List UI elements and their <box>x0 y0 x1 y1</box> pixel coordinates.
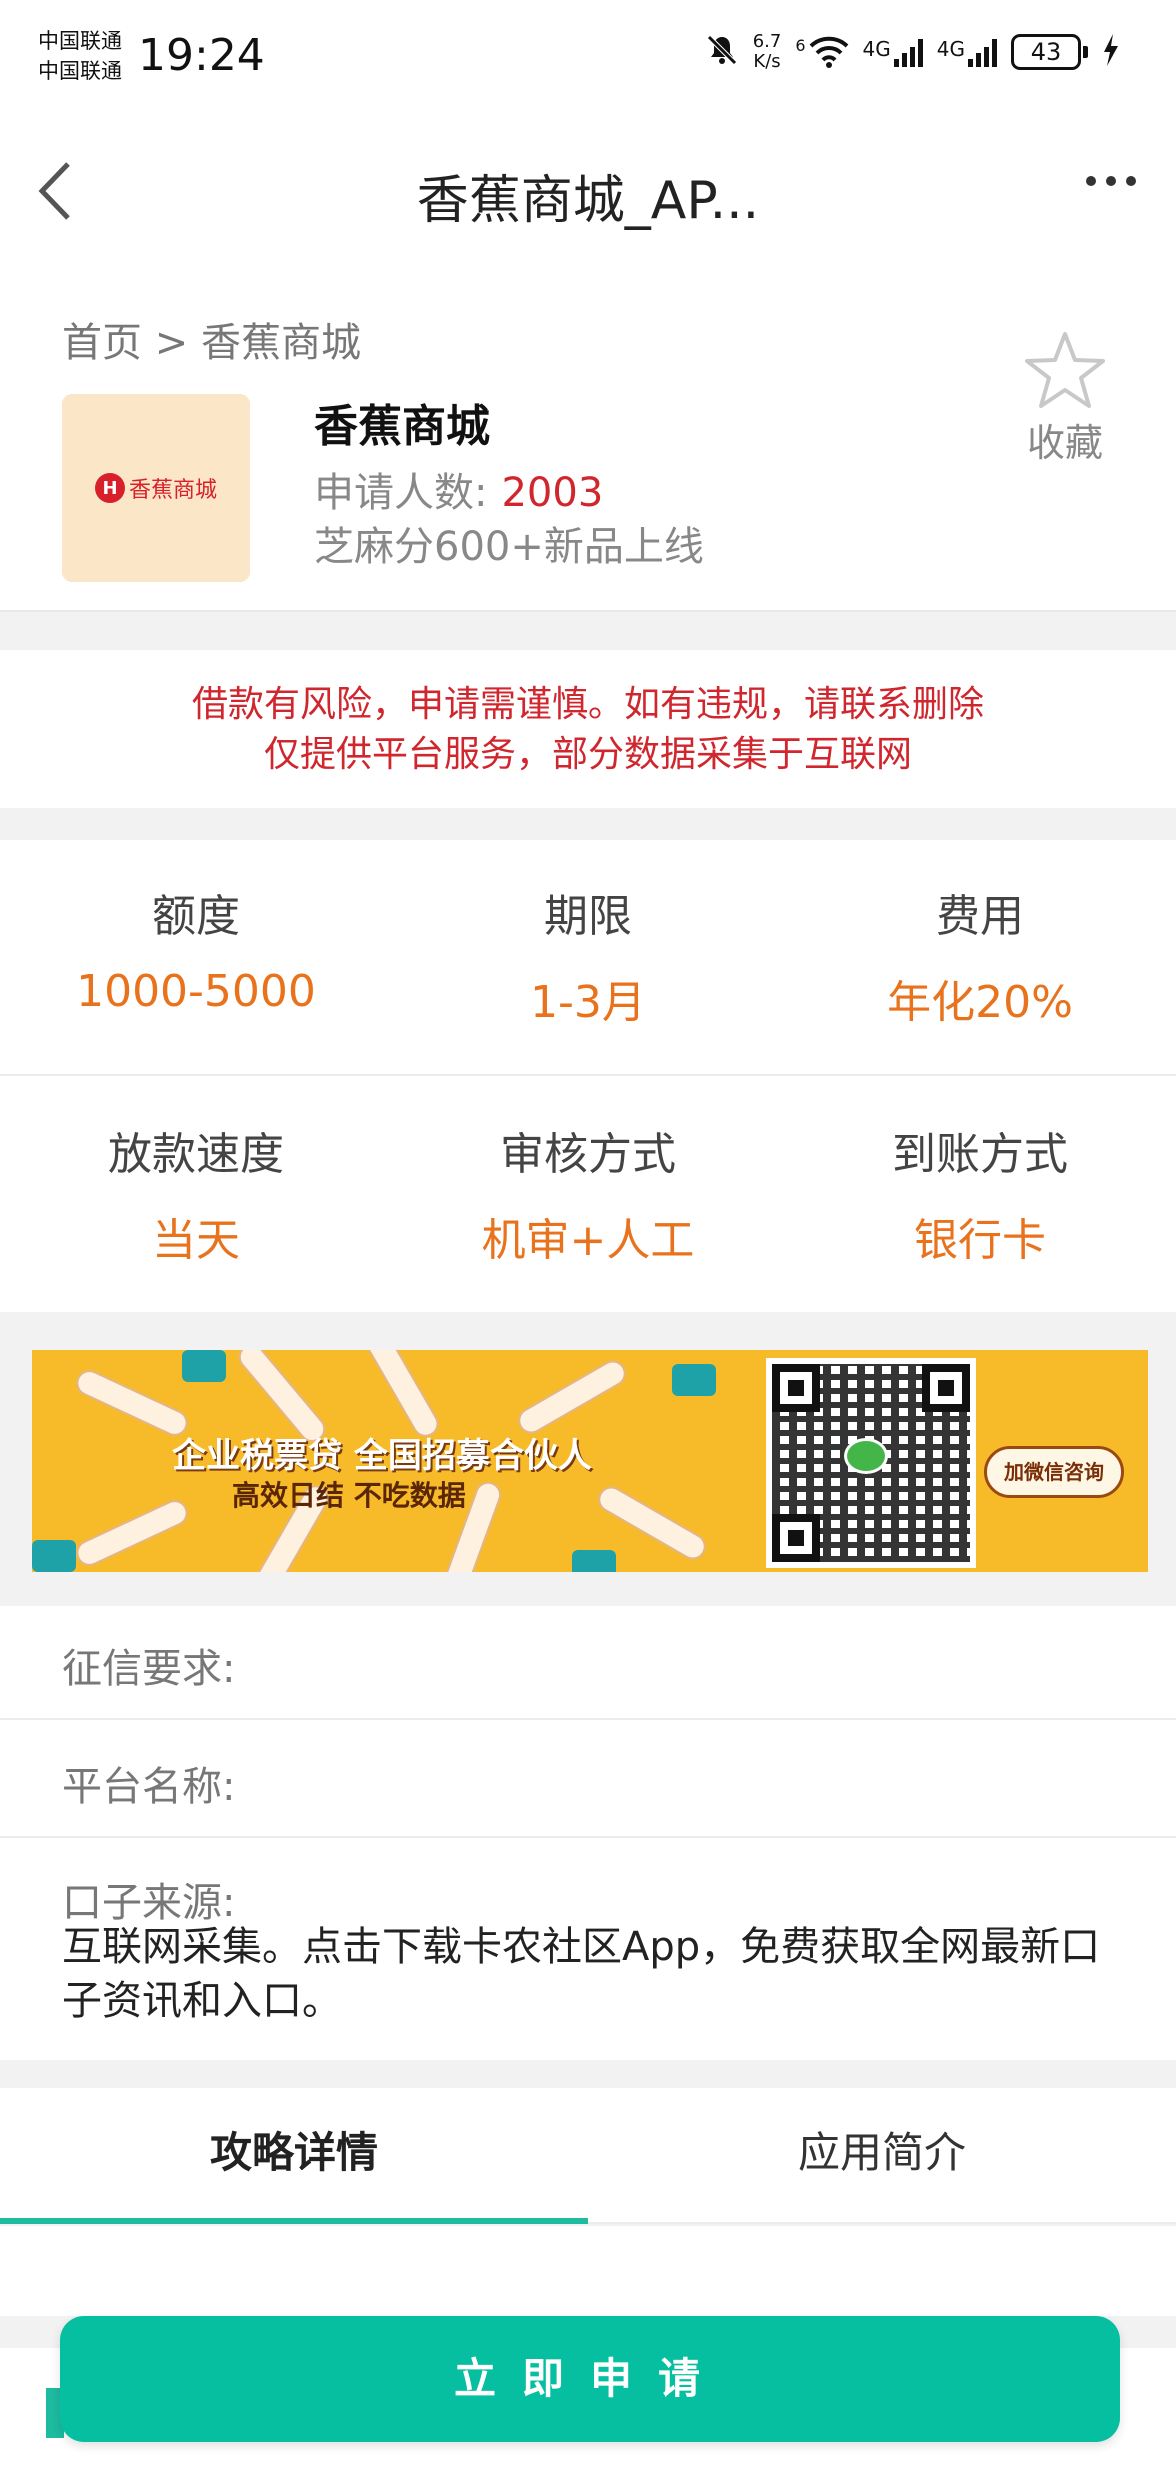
product-name: 香蕉商城 <box>314 401 490 452</box>
wechat-consult-button[interactable]: 加微信咨询 <box>984 1446 1124 1498</box>
product-logo: H 香蕉商城 <box>62 394 250 582</box>
stat-amount: 额度 1000-5000 <box>0 840 392 1074</box>
chevron-left-icon <box>38 162 70 220</box>
star-icon <box>1025 332 1105 408</box>
pointing-hand-icon <box>513 1355 631 1439</box>
battery-level: 43 <box>1011 34 1081 70</box>
credit-requirement-row: 征信要求: <box>0 1606 1176 1720</box>
applicants-info: 申请人数: 2003 <box>314 460 603 518</box>
cuff-decoration <box>182 1350 226 1382</box>
status-icons: 6.7 K/s 6 4G 4G 43 <box>705 32 1120 72</box>
stat-value: 机审+人工 <box>481 1215 695 1266</box>
network-speed: 6.7 K/s <box>753 32 782 72</box>
carrier-2: 中国联通 <box>38 59 122 83</box>
stat-label: 额度 <box>152 891 240 942</box>
back-button[interactable] <box>32 156 92 226</box>
source-text[interactable]: 互联网采集。点击下载卡农社区App，免费获取全网最新口子资讯和入口。 <box>62 1920 1126 2028</box>
platform-name-row: 平台名称: <box>0 1720 1176 1838</box>
wechat-icon <box>844 1438 888 1474</box>
pointing-hand-icon <box>72 1495 192 1571</box>
net-type-1: 4G <box>862 37 891 61</box>
status-bar: 中国联通 中国联通 19:24 6.7 K/s 6 4G 4G 43 <box>0 0 1176 120</box>
notice-line-2: 仅提供平台服务，部分数据采集于互联网 <box>263 734 912 775</box>
stat-label: 期限 <box>544 891 632 942</box>
stat-label: 审核方式 <box>500 1129 676 1180</box>
cuff-decoration <box>32 1540 76 1572</box>
stat-payout-method: 到账方式 银行卡 <box>784 1078 1176 1314</box>
source-row: 口子来源: 互联网采集。点击下载卡农社区App，免费获取全网最新口子资讯和入口。 <box>0 1838 1176 2060</box>
cuff-decoration <box>672 1364 716 1396</box>
clock: 19:24 <box>138 30 265 81</box>
battery-icon: 43 <box>1011 34 1088 70</box>
banner-title: 企业税票贷 全国招募合伙人 <box>172 1436 592 1476</box>
stat-disburse-speed: 放款速度 当天 <box>0 1078 392 1314</box>
stat-label: 到账方式 <box>892 1129 1068 1180</box>
stats-row-2: 放款速度 当天 审核方式 机审+人工 到账方式 银行卡 <box>0 1078 1176 1314</box>
logo-mark-icon: H <box>94 473 125 503</box>
logo-text: 香蕉商城 <box>128 478 217 503</box>
banner-area: 企业税票贷 全国招募合伙人 高效日结 不吃数据 加微信咨询 <box>0 1312 1176 1606</box>
net-type-2: 4G <box>936 37 965 61</box>
mute-bell-icon <box>705 33 739 71</box>
risk-notice: 借款有风险，申请需谨慎。如有违规，请联系删除 仅提供平台服务，部分数据采集于互联… <box>0 650 1176 808</box>
carrier-info: 中国联通 中国联通 <box>38 26 122 86</box>
stat-value: 银行卡 <box>914 1215 1046 1266</box>
wifi-badge: 6 <box>795 36 806 55</box>
ad-banner[interactable]: 企业税票贷 全国招募合伙人 高效日结 不吃数据 加微信咨询 <box>32 1350 1148 1572</box>
carrier-1: 中国联通 <box>38 29 122 53</box>
breadcrumb[interactable]: 首页 > 香蕉商城 <box>62 310 361 368</box>
favorite-button[interactable]: 收藏 <box>1010 330 1120 467</box>
favorite-label: 收藏 <box>1026 421 1103 465</box>
stat-fee: 费用 年化20% <box>784 840 1176 1074</box>
page-title: 香蕉商城_AP... <box>416 171 760 231</box>
stat-value: 1000-5000 <box>76 966 316 1017</box>
stat-term: 期限 1-3月 <box>392 840 784 1074</box>
wifi-icon: 6 <box>795 36 848 68</box>
applicants-count: 2003 <box>501 470 604 516</box>
stat-value: 1-3月 <box>530 977 646 1028</box>
tab-app-intro[interactable]: 应用简介 <box>588 2088 1176 2222</box>
stat-value: 年化20% <box>887 977 1073 1028</box>
signal-icon-2: 4G <box>937 37 997 67</box>
platform-name-label: 平台名称: <box>62 1764 236 1810</box>
more-dots-icon <box>1086 176 1096 186</box>
credit-requirement-label: 征信要求: <box>62 1646 236 1692</box>
more-menu-button[interactable] <box>1086 176 1136 186</box>
tab-content <box>0 2226 1176 2316</box>
stat-value: 当天 <box>152 1215 240 1266</box>
speed-unit: K/s <box>753 51 781 72</box>
apply-now-button[interactable]: 立即申请 <box>60 2316 1120 2442</box>
banner-subtitle: 高效日结 不吃数据 <box>232 1479 466 1512</box>
stat-label: 放款速度 <box>108 1129 284 1180</box>
signal-icon-1: 4G <box>863 37 923 67</box>
qr-code <box>766 1358 976 1568</box>
stat-review-method: 审核方式 机审+人工 <box>392 1078 784 1314</box>
notice-line-1: 借款有风险，申请需谨慎。如有违规，请联系删除 <box>191 684 984 725</box>
speed-value: 6.7 <box>752 31 782 52</box>
stats-row-1: 额度 1000-5000 期限 1-3月 费用 年化20% <box>0 840 1176 1076</box>
nav-bar: 香蕉商城_AP... <box>0 120 1176 260</box>
product-header: 首页 > 香蕉商城 H 香蕉商城 香蕉商城 申请人数: 2003 芝麻分600+新… <box>0 260 1176 612</box>
stat-label: 费用 <box>936 891 1024 942</box>
charging-icon <box>1102 33 1120 71</box>
applicants-label: 申请人数: <box>314 470 488 516</box>
product-tagline: 芝麻分600+新品上线 <box>314 524 704 570</box>
tab-guide-details[interactable]: 攻略详情 <box>0 2088 588 2224</box>
tab-bar: 攻略详情 应用简介 <box>0 2088 1176 2224</box>
cuff-decoration <box>572 1550 616 1572</box>
loan-stats: 额度 1000-5000 期限 1-3月 费用 年化20% 放款速度 当天 审核… <box>0 840 1176 1312</box>
